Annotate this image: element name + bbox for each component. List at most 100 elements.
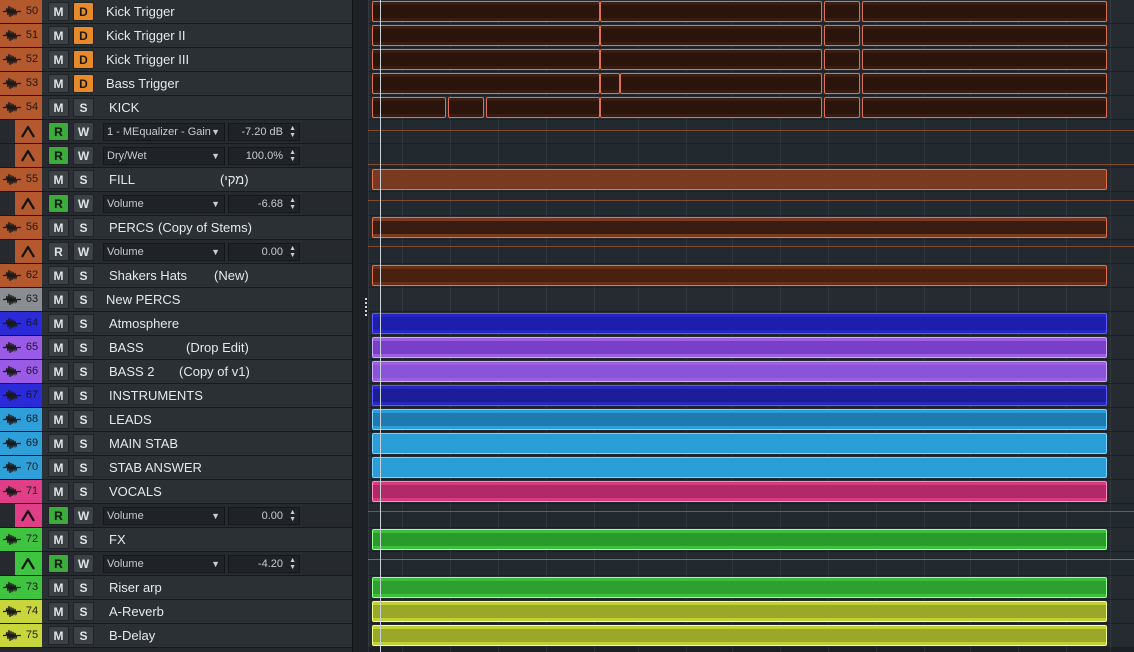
track-color[interactable]: 75 xyxy=(0,624,42,647)
track-row[interactable]: 64 M S Atmosphere xyxy=(0,312,352,336)
automation-curve[interactable] xyxy=(368,130,1134,131)
track-row[interactable]: 52 M D Kick Trigger III xyxy=(0,48,352,72)
track-name[interactable]: FILL xyxy=(109,172,135,187)
track-row[interactable]: 69 M S MAIN STAB xyxy=(0,432,352,456)
audio-event[interactable] xyxy=(372,169,1107,190)
track-row[interactable]: 63 M S New PERCS xyxy=(0,288,352,312)
track-color[interactable]: 67 xyxy=(0,384,42,407)
track-row[interactable]: 50 M D Kick Trigger xyxy=(0,0,352,24)
automation-lane[interactable] xyxy=(368,120,1134,143)
mute-button[interactable]: M xyxy=(48,266,69,285)
audio-event[interactable] xyxy=(486,97,600,118)
track-name[interactable]: Kick Trigger xyxy=(106,4,175,19)
automation-parameter-select[interactable]: Dry/Wet ▼ xyxy=(103,147,225,165)
automation-value-field[interactable]: 0.00 ▲ ▼ xyxy=(228,243,300,261)
automation-curve[interactable] xyxy=(368,246,1134,247)
audio-event[interactable] xyxy=(372,361,1107,382)
audio-event[interactable] xyxy=(600,97,822,118)
mute-button[interactable]: M xyxy=(48,218,69,237)
track-list-divider[interactable] xyxy=(352,0,369,652)
mute-button[interactable]: M xyxy=(48,626,69,645)
value-spinner-icon[interactable]: ▲ ▼ xyxy=(289,125,296,139)
automation-row[interactable]: R W 1 - MEqualizer - Gain ▼ -7.20 dB ▲ ▼ xyxy=(0,120,352,144)
read-automation-button[interactable]: R xyxy=(48,122,69,141)
track-name[interactable]: New PERCS xyxy=(106,292,180,307)
solo-button[interactable]: S xyxy=(73,458,94,477)
track-color[interactable]: 56 xyxy=(0,216,42,239)
audio-event[interactable] xyxy=(372,49,600,70)
track-name[interactable]: VOCALS xyxy=(109,484,162,499)
read-automation-button[interactable]: R xyxy=(48,554,69,573)
track-row[interactable]: 67 M S INSTRUMENTS xyxy=(0,384,352,408)
automation-lane[interactable] xyxy=(368,552,1134,575)
automation-lane[interactable] xyxy=(368,192,1134,215)
solo-button[interactable]: S xyxy=(73,362,94,381)
solo-button[interactable]: D xyxy=(73,50,94,69)
audio-event[interactable] xyxy=(372,25,600,46)
automation-curve[interactable] xyxy=(368,164,1134,165)
audio-event[interactable] xyxy=(824,25,860,46)
value-spinner-icon[interactable]: ▲ ▼ xyxy=(289,557,296,571)
solo-button[interactable]: S xyxy=(73,602,94,621)
automation-row[interactable]: R W Volume ▼ 0.00 ▲ ▼ xyxy=(0,504,352,528)
audio-event[interactable] xyxy=(824,97,860,118)
audio-event[interactable] xyxy=(372,625,1107,646)
automation-parameter-select[interactable]: Volume ▼ xyxy=(103,555,225,573)
write-automation-button[interactable]: W xyxy=(73,194,94,213)
mute-button[interactable]: M xyxy=(48,602,69,621)
audio-event[interactable] xyxy=(862,97,1107,118)
audio-event[interactable] xyxy=(372,217,1107,238)
track-name[interactable]: A-Reverb xyxy=(109,604,164,619)
track-color[interactable]: 70 xyxy=(0,456,42,479)
track-color[interactable]: 64 xyxy=(0,312,42,335)
automation-lane[interactable] xyxy=(368,504,1134,527)
solo-button[interactable]: S xyxy=(73,338,94,357)
track-name[interactable]: Kick Trigger II xyxy=(106,28,185,43)
audio-event[interactable] xyxy=(620,73,822,94)
solo-button[interactable]: S xyxy=(73,626,94,645)
mute-button[interactable]: M xyxy=(48,74,69,93)
audio-event[interactable] xyxy=(372,385,1107,406)
mute-button[interactable]: M xyxy=(48,386,69,405)
track-row[interactable]: 68 M S LEADS xyxy=(0,408,352,432)
track-name[interactable]: B-Delay xyxy=(109,628,155,643)
audio-event[interactable] xyxy=(372,337,1107,358)
automation-parameter-select[interactable]: Volume ▼ xyxy=(103,507,225,525)
audio-event[interactable] xyxy=(600,73,620,94)
solo-button[interactable]: S xyxy=(73,218,94,237)
audio-event[interactable] xyxy=(372,601,1107,622)
mute-button[interactable]: M xyxy=(48,290,69,309)
mute-button[interactable]: M xyxy=(48,314,69,333)
audio-event[interactable] xyxy=(372,265,1107,286)
automation-value-field[interactable]: 100.0% ▲ ▼ xyxy=(228,147,300,165)
audio-event[interactable] xyxy=(372,1,600,22)
automation-value-field[interactable]: -4.20 ▲ ▼ xyxy=(228,555,300,573)
solo-button[interactable]: S xyxy=(73,530,94,549)
track-color[interactable]: 50 xyxy=(0,0,42,23)
automation-row[interactable]: R W Dry/Wet ▼ 100.0% ▲ ▼ xyxy=(0,144,352,168)
automation-parameter-select[interactable]: Volume ▼ xyxy=(103,195,225,213)
value-spinner-icon[interactable]: ▲ ▼ xyxy=(289,509,296,523)
solo-button[interactable]: S xyxy=(73,434,94,453)
read-automation-button[interactable]: R xyxy=(48,194,69,213)
track-row[interactable]: 66 M S BASS 2 (Copy of v1) xyxy=(0,360,352,384)
track-lane[interactable] xyxy=(368,288,1134,311)
mute-button[interactable]: M xyxy=(48,482,69,501)
track-row[interactable]: 55 M S FILL (מקי) xyxy=(0,168,352,192)
solo-button[interactable]: S xyxy=(73,410,94,429)
solo-button[interactable]: S xyxy=(73,290,94,309)
automation-parameter-select[interactable]: Volume ▼ xyxy=(103,243,225,261)
audio-event[interactable] xyxy=(600,49,822,70)
mute-button[interactable]: M xyxy=(48,578,69,597)
track-color[interactable]: 68 xyxy=(0,408,42,431)
track-row[interactable]: 72 M S FX xyxy=(0,528,352,552)
mute-button[interactable]: M xyxy=(48,170,69,189)
solo-button[interactable]: S xyxy=(73,98,94,117)
mute-button[interactable]: M xyxy=(48,530,69,549)
value-spinner-icon[interactable]: ▲ ▼ xyxy=(289,245,296,259)
track-color[interactable]: 73 xyxy=(0,576,42,599)
automation-row[interactable]: R W Volume ▼ -4.20 ▲ ▼ xyxy=(0,552,352,576)
automation-value-field[interactable]: -6.68 ▲ ▼ xyxy=(228,195,300,213)
solo-button[interactable]: S xyxy=(73,266,94,285)
mute-button[interactable]: M xyxy=(48,458,69,477)
